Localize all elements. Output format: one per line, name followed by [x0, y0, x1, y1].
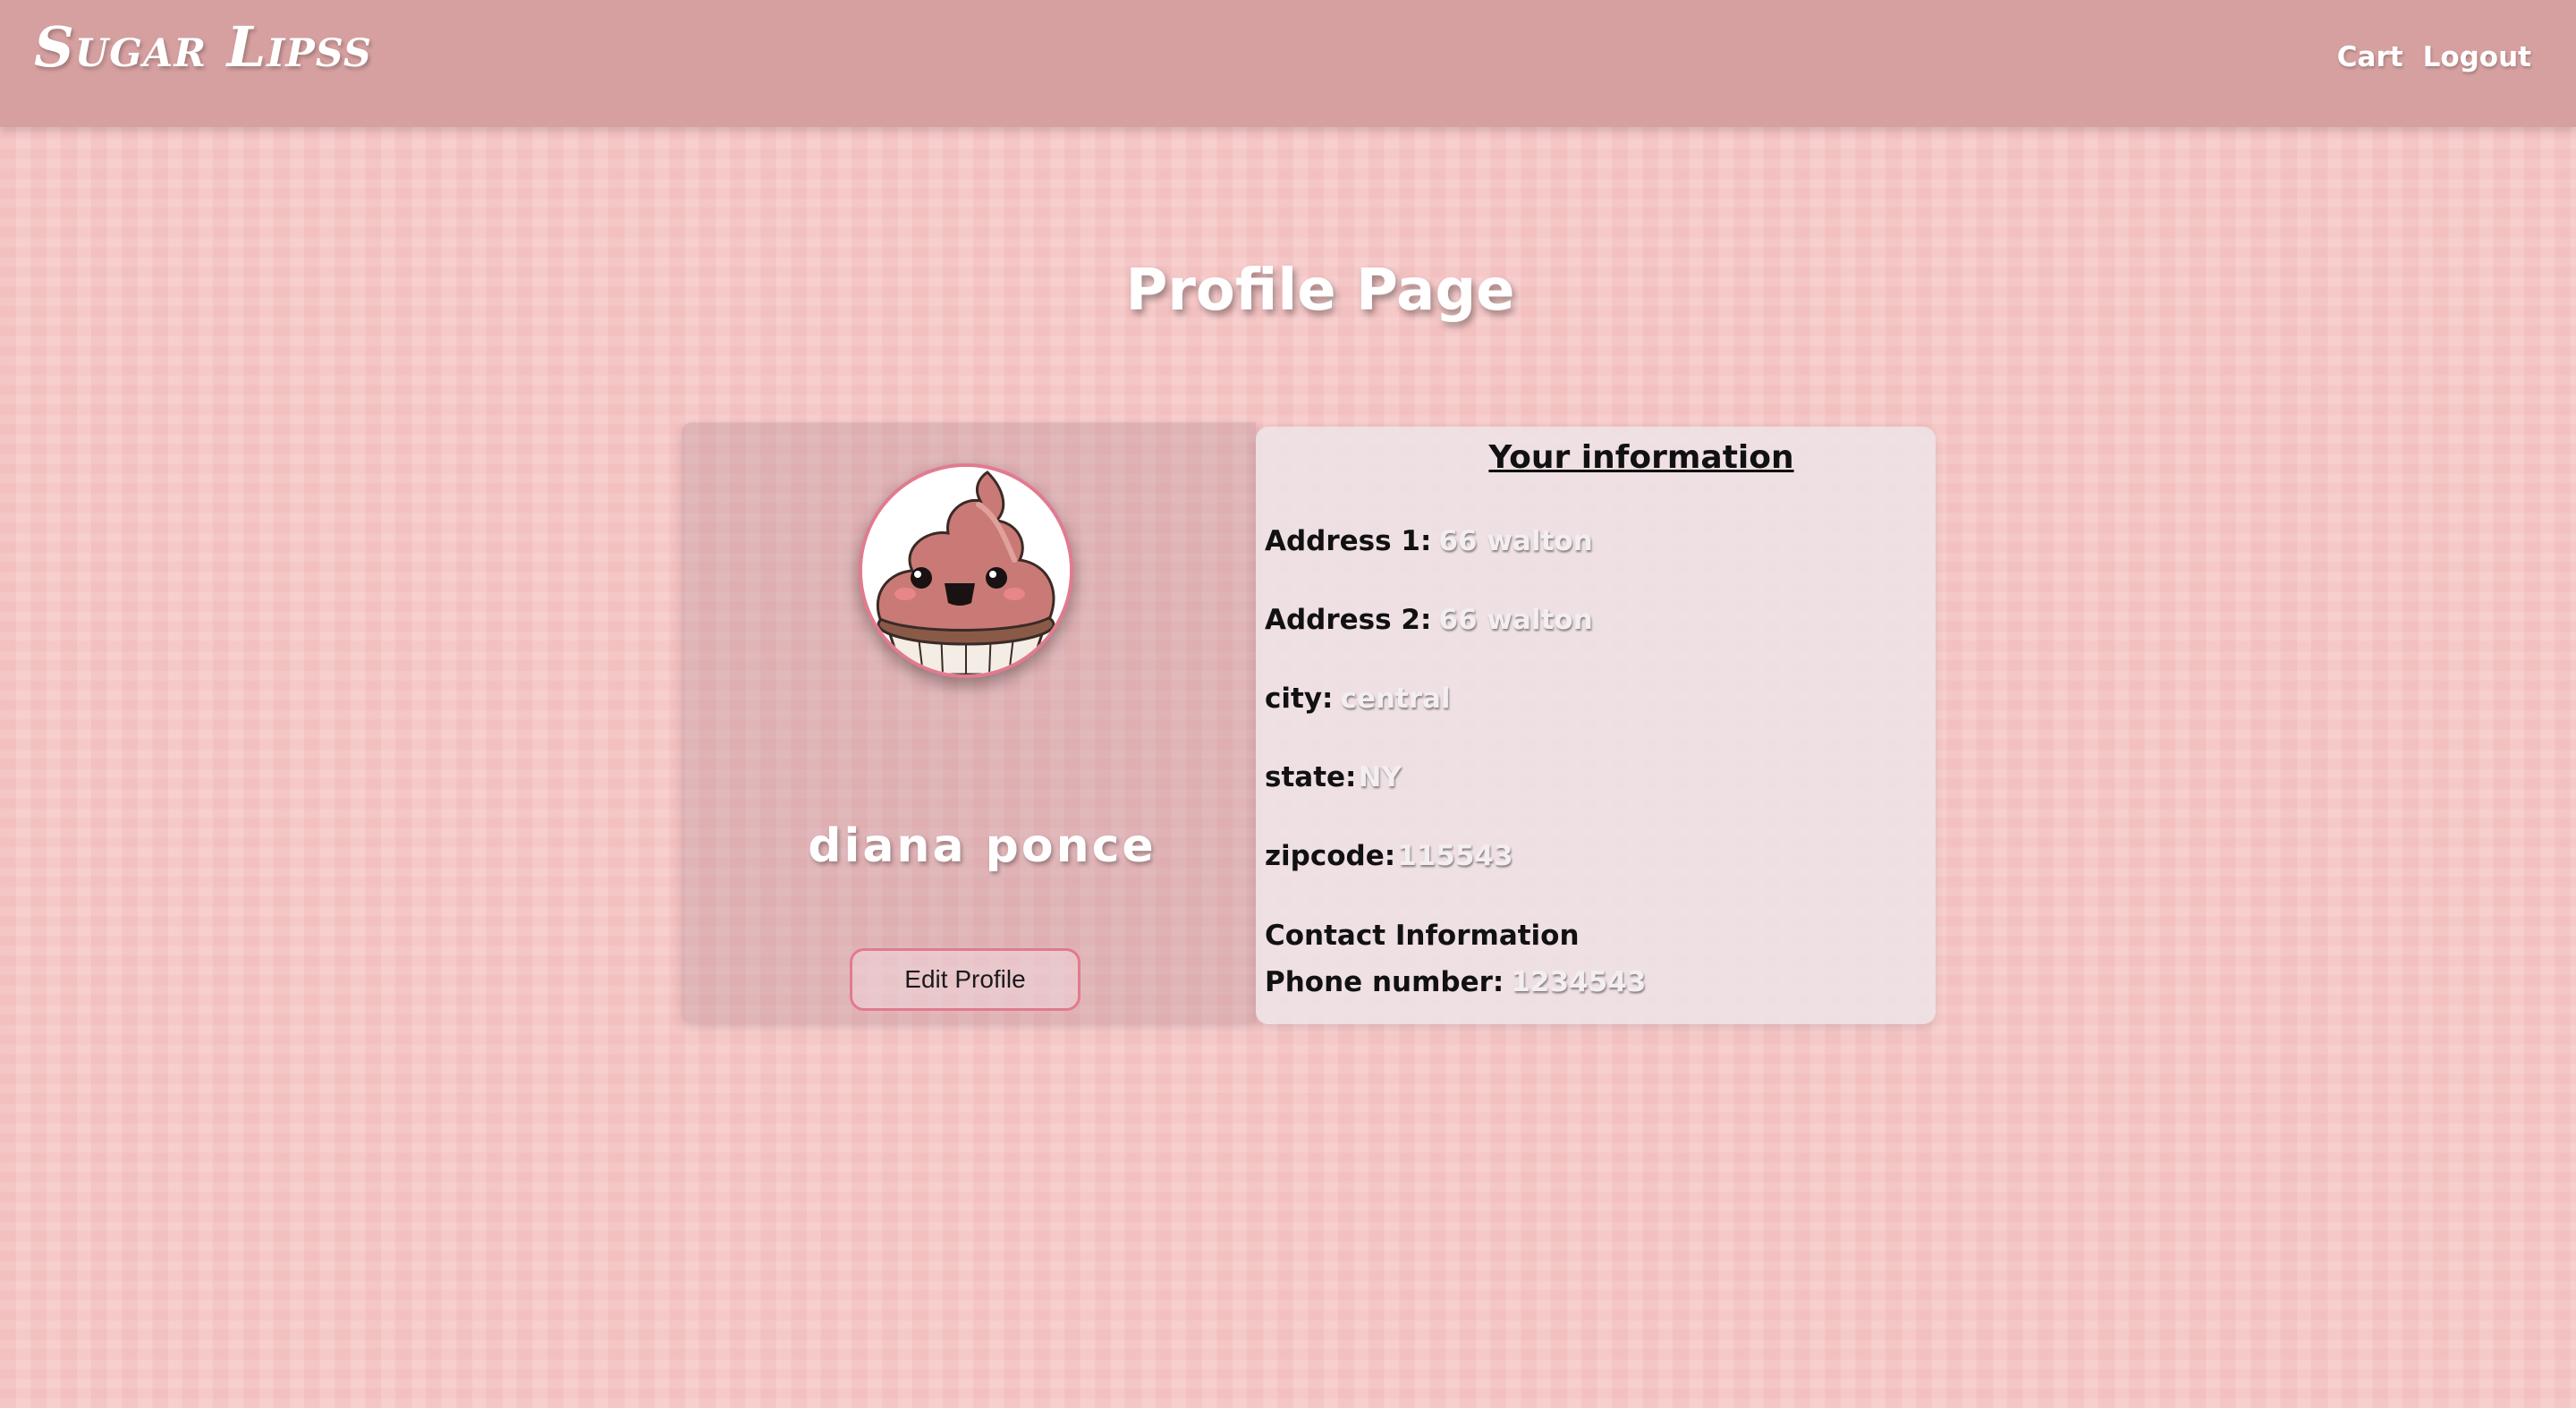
edit-profile-button[interactable]: Edit Profile [850, 948, 1080, 1011]
address1-value: 66 walton [1438, 525, 1593, 557]
city-label: city: [1265, 683, 1334, 715]
top-nav-links: Cart Logout [2337, 41, 2531, 73]
brand-logo[interactable]: Sugar Lipss [34, 14, 372, 80]
address1-label: Address 1: [1265, 525, 1432, 557]
address2-label: Address 2: [1265, 604, 1432, 636]
state-label: state: [1265, 761, 1357, 793]
address2-row: Address 2: 66 walton [1265, 604, 1593, 636]
cupcake-avatar-graphic [862, 467, 1070, 674]
city-row: city: central [1265, 683, 1451, 715]
contact-info-heading: Contact Information [1265, 920, 1580, 952]
phone-value: 1234543 [1511, 966, 1647, 998]
profile-card: diana ponce Edit Profile [682, 422, 1256, 1023]
city-value: central [1340, 683, 1451, 715]
user-name: diana ponce [808, 819, 1157, 873]
info-title: Your information [1488, 439, 1794, 476]
cupcake-avatar-icon [859, 463, 1073, 678]
address1-row: Address 1: 66 walton [1265, 525, 1593, 557]
page-title: Profile Page [1125, 258, 1515, 324]
zipcode-value: 115543 [1397, 840, 1513, 872]
top-navbar: Sugar Lipss Cart Logout [0, 0, 2576, 127]
phone-row: Phone number: 1234543 [1265, 966, 1646, 998]
address2-value: 66 walton [1438, 604, 1593, 636]
cart-link[interactable]: Cart [2337, 41, 2403, 73]
state-value: NY [1358, 761, 1402, 793]
user-info-panel: Your information Address 1: 66 walton Add… [1256, 427, 1936, 1024]
state-row: state:NY [1265, 761, 1402, 793]
zipcode-label: zipcode: [1265, 840, 1396, 872]
phone-label: Phone number: [1265, 966, 1504, 998]
zipcode-row: zipcode:115543 [1265, 840, 1513, 872]
logout-link[interactable]: Logout [2423, 41, 2531, 73]
